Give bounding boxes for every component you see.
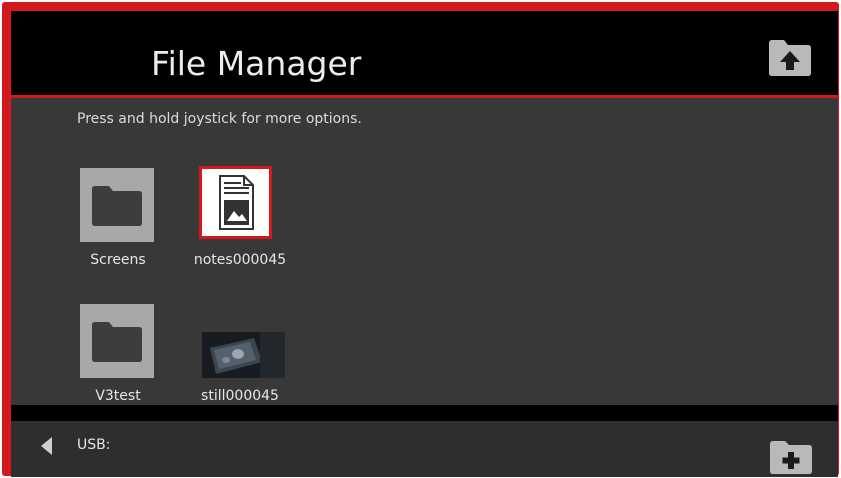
folder-add-icon — [770, 441, 812, 474]
page-title: File Manager — [151, 44, 362, 83]
selection-highlight — [199, 166, 272, 239]
header-bar: File Manager — [11, 11, 838, 98]
folder-icon-background — [80, 168, 154, 242]
file-label: still000045 — [201, 388, 279, 404]
file-manager-screen: File Manager Press and hold joystick for… — [11, 11, 838, 477]
folder-icon — [92, 186, 142, 226]
file-tile-screens[interactable]: Screens — [63, 168, 173, 278]
folder-upload-icon — [769, 40, 811, 76]
folder-icon-background — [80, 304, 154, 378]
triangle-left-icon — [41, 437, 52, 455]
footer-divider — [11, 405, 838, 421]
file-label: Screens — [90, 252, 146, 268]
hint-text: Press and hold joystick for more options… — [77, 111, 362, 127]
location-label: USB: — [77, 437, 111, 453]
file-tile-v3test[interactable]: V3test — [63, 304, 173, 414]
file-tile-notes000045[interactable]: notes000045 — [185, 166, 295, 278]
file-label: V3test — [95, 388, 141, 404]
new-folder-button[interactable] — [768, 440, 814, 474]
file-browser-area: Press and hold joystick for more options… — [11, 98, 838, 405]
image-document-icon — [219, 175, 254, 230]
footer-bar: USB: — [11, 421, 838, 477]
upload-folder-button[interactable] — [767, 39, 813, 77]
image-thumbnail — [202, 332, 285, 378]
folder-icon — [92, 322, 142, 362]
file-tile-still000045[interactable]: still000045 — [185, 304, 295, 414]
file-label: notes000045 — [193, 252, 287, 268]
back-button[interactable] — [37, 435, 57, 457]
